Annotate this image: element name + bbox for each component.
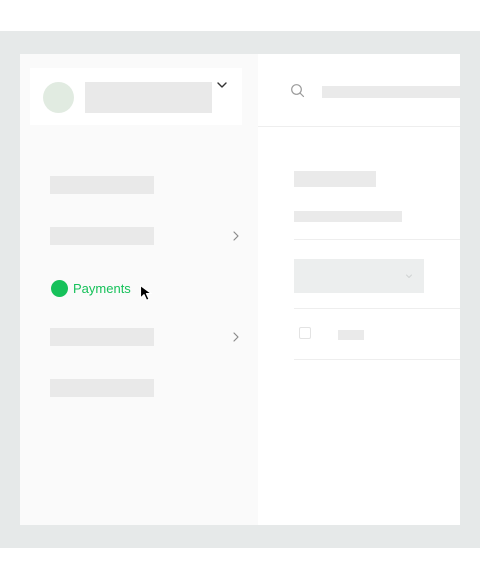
table-row-placeholder [338, 330, 364, 340]
filter-dropdown[interactable] [294, 259, 424, 293]
app-window: Payments [20, 54, 460, 525]
divider [294, 308, 460, 309]
sidebar: Payments [20, 54, 258, 525]
sidebar-item[interactable] [50, 379, 260, 399]
search-input-placeholder[interactable] [322, 86, 460, 98]
sidebar-item-label-placeholder [50, 379, 154, 397]
search-icon [291, 84, 305, 98]
sidebar-item-label-placeholder [50, 227, 154, 245]
payments-dot-icon [51, 279, 68, 297]
divider [294, 239, 460, 240]
account-name-placeholder [85, 82, 212, 113]
search-bar[interactable] [258, 54, 460, 127]
sidebar-item-label-placeholder [50, 176, 154, 194]
chevron-right-icon [233, 231, 239, 241]
sidebar-item[interactable] [50, 227, 260, 247]
chevron-down-icon [406, 274, 412, 278]
sidebar-item[interactable] [50, 328, 260, 348]
sidebar-item-label: Payments [73, 280, 131, 296]
row-checkbox[interactable] [299, 327, 311, 339]
page-title-placeholder [294, 171, 376, 187]
chevron-right-icon [233, 332, 239, 342]
account-switcher[interactable] [30, 68, 242, 125]
sidebar-item-payments[interactable]: Payments [51, 278, 131, 298]
page-subtitle-placeholder [294, 211, 402, 222]
main-panel [258, 54, 460, 525]
divider [294, 359, 460, 360]
cursor-arrow-icon [139, 284, 152, 301]
sidebar-item-label-placeholder [50, 328, 154, 346]
sidebar-item[interactable] [50, 176, 260, 196]
avatar [43, 82, 74, 113]
chevron-down-icon[interactable] [214, 77, 230, 93]
